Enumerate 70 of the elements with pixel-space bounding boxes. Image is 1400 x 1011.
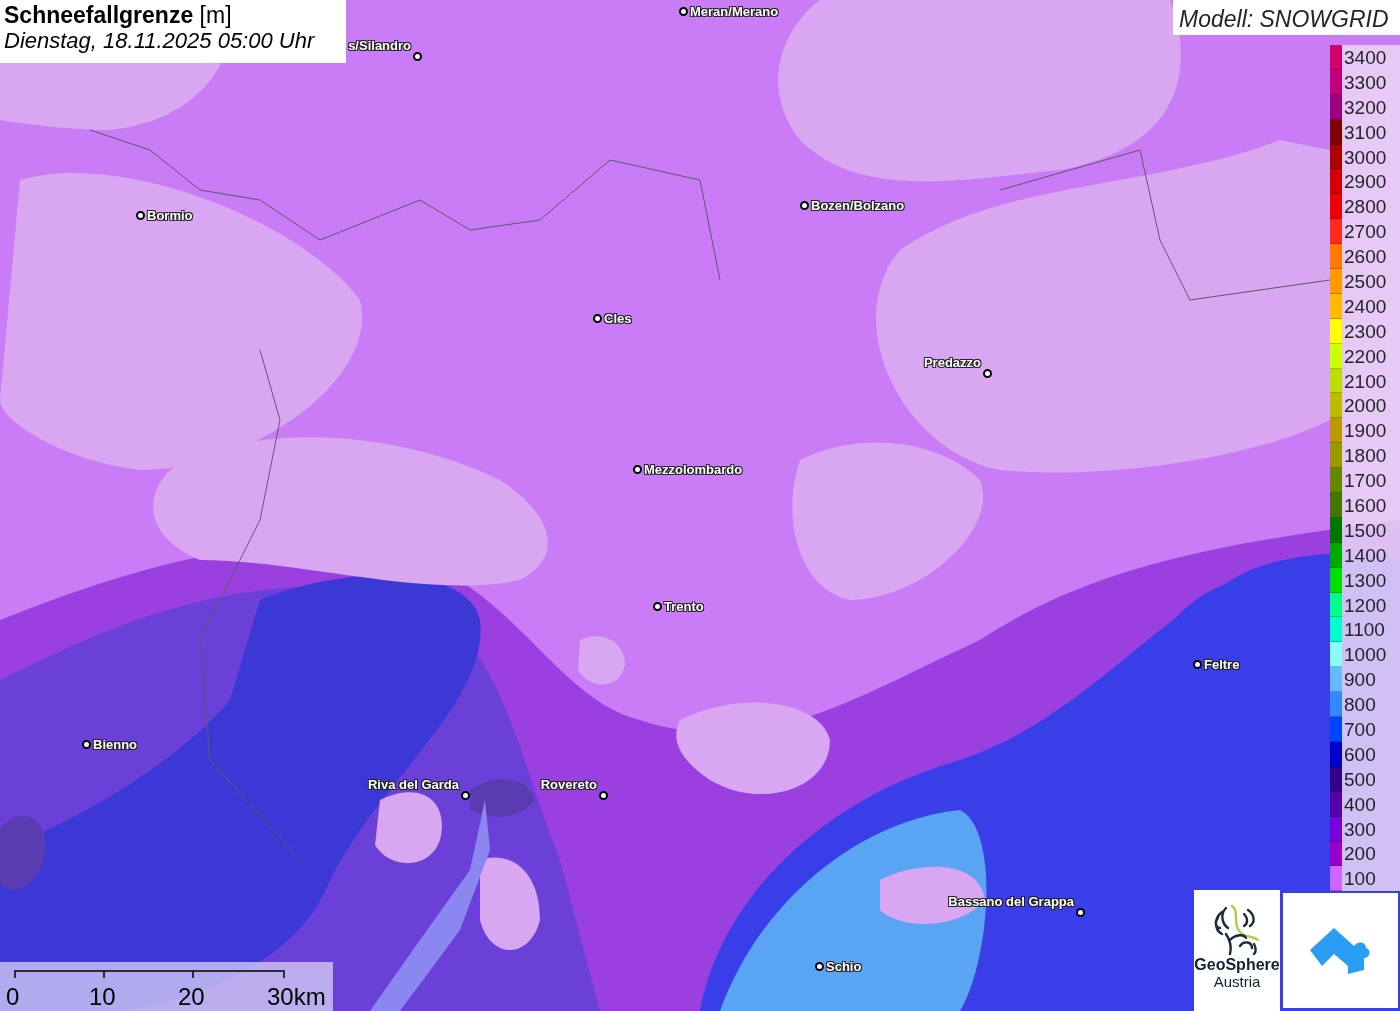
legend-label: 2200: [1344, 346, 1387, 366]
city-label: Bozen/Bolzano: [811, 197, 905, 215]
legend-label: 600: [1344, 744, 1376, 764]
legend-label: 1100: [1344, 620, 1385, 640]
legend-label: 2100: [1344, 371, 1387, 391]
legend-label: 1300: [1344, 570, 1387, 590]
legend-label: 1000: [1344, 645, 1387, 665]
legend-label: 1400: [1344, 545, 1387, 565]
city-label: Riva del Garda: [367, 776, 459, 794]
city-marker: [1076, 908, 1085, 917]
scale-label: 10: [89, 982, 116, 1011]
scale-label: 0: [6, 982, 20, 1011]
legend-label: 3400: [1344, 47, 1387, 67]
legend-label: 100: [1344, 869, 1376, 889]
legend-label: 2300: [1344, 321, 1387, 341]
map-title: Schneefallgrenze [m]: [4, 2, 233, 29]
legend-label: 2000: [1344, 396, 1387, 416]
legend-label: 1900: [1344, 421, 1387, 441]
legend-label: 2400: [1344, 296, 1387, 316]
legend-label: 3000: [1344, 147, 1387, 167]
scale-label: 30km: [267, 982, 326, 1011]
city-marker: [633, 465, 642, 475]
model-label: Modell: SNOWGRID: [1173, 0, 1400, 35]
city-label: Meran/Merano: [690, 3, 779, 21]
legend-label: 1200: [1344, 595, 1387, 615]
logo-subtitle: Austria: [1213, 973, 1261, 991]
legend-label: 3100: [1344, 122, 1387, 142]
scale-label: 20: [178, 982, 205, 1011]
city-marker: [599, 791, 608, 800]
city-label: Schio: [826, 958, 862, 976]
legend-label: 500: [1344, 769, 1376, 789]
legend-label: 2800: [1344, 197, 1387, 217]
legend-label: 2700: [1344, 222, 1387, 242]
legend-label: 800: [1344, 695, 1376, 715]
legend-label: 1700: [1344, 471, 1387, 491]
legend-label: 2900: [1344, 172, 1387, 192]
city-marker: [82, 740, 91, 750]
city-marker: [461, 791, 470, 800]
city-marker: [815, 962, 824, 972]
city-marker: [136, 211, 145, 221]
city-marker: [653, 602, 662, 612]
city-marker: [593, 314, 602, 324]
legend-label: 400: [1344, 794, 1376, 814]
city-label: Bormio: [147, 207, 193, 225]
city-label: Predazzo: [923, 354, 981, 372]
city-label: Feltre: [1204, 656, 1240, 674]
legend-label: 300: [1344, 819, 1376, 839]
legend-label: 1800: [1344, 446, 1387, 466]
legend-label: 1500: [1344, 520, 1387, 540]
city-marker: [679, 7, 688, 17]
city-label: Rovereto: [540, 776, 597, 794]
forecast-datetime: Dienstag, 18.11.2025 05:00 Uhr: [4, 28, 316, 54]
legend-label: 200: [1344, 844, 1376, 864]
city-label: Cles: [604, 310, 632, 328]
logo-name: GeoSphere: [1194, 956, 1280, 974]
legend-label: 1600: [1344, 495, 1387, 515]
city-marker: [800, 201, 809, 211]
legend-label: 700: [1344, 720, 1376, 739]
legend-label: 3200: [1344, 97, 1387, 117]
city-label: Bienno: [93, 736, 138, 754]
city-label: s/Silandro: [348, 37, 411, 55]
legend-label: 3300: [1344, 72, 1387, 92]
city-marker: [1193, 660, 1202, 670]
city-marker: [983, 369, 992, 378]
legend-label: 2500: [1344, 271, 1387, 291]
city-marker: [413, 52, 422, 61]
city-label: Mezzolombardo: [644, 461, 743, 479]
city-label: Trento: [664, 598, 704, 616]
legend-label: 900: [1344, 670, 1376, 690]
legend-label: 2600: [1344, 247, 1387, 267]
